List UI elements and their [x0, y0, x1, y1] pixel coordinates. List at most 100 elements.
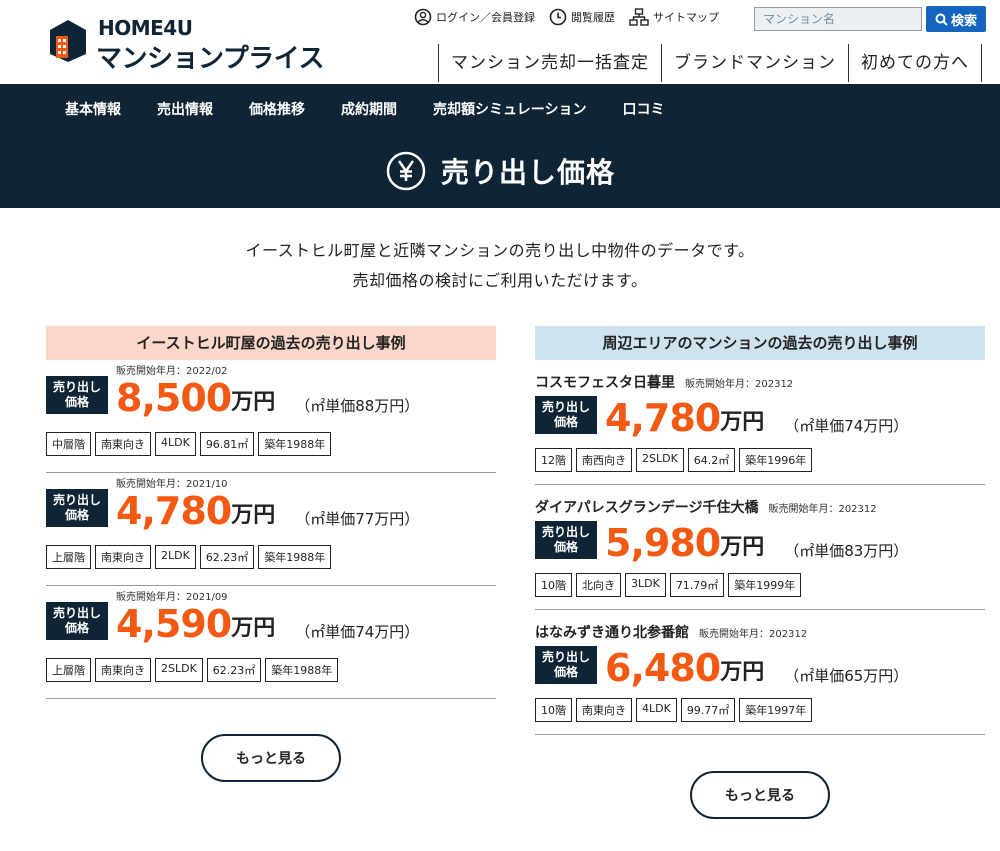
price-badge: 売り出し 価格: [46, 376, 108, 414]
login-link[interactable]: ログイン／会員登録: [414, 8, 535, 26]
listing-date: 販売開始年月：2021/09: [116, 592, 228, 603]
sitemap-link[interactable]: サイトマップ: [629, 8, 719, 26]
listing-date: 販売開始年月：202312: [685, 379, 794, 390]
tag-layout: 3LDK: [625, 573, 666, 597]
price-row: 売り出し 価格 5,980 万円 （㎡単価83万円）: [535, 521, 908, 565]
history-link[interactable]: 閲覧履歴: [549, 8, 615, 26]
tag-layout: 2SLDK: [636, 448, 684, 472]
tag-area: 62.23㎡: [206, 658, 262, 682]
tag-direction: 北向き: [576, 573, 621, 597]
tag-built-year: 築年1988年: [258, 545, 332, 569]
tag-direction: 南東向き: [576, 698, 632, 722]
nav-bulk-assessment[interactable]: マンション売却一括査定: [438, 44, 661, 82]
subnav-reviews[interactable]: 口コミ: [622, 99, 664, 119]
tag-direction: 南東向き: [95, 432, 151, 456]
tag-floor: 上層階: [46, 545, 91, 569]
price-badge: 売り出し 価格: [535, 646, 597, 684]
price-badge: 売り出し 価格: [535, 396, 597, 434]
listing-item: 販売開始年月：2022/02 売り出し 価格 8,500 万円 （㎡単価88万円）…: [46, 360, 496, 473]
section-hero: 売り出し価格: [0, 133, 1000, 208]
tag-floor: 中層階: [46, 432, 91, 456]
tag-area: 71.79㎡: [669, 573, 725, 597]
price-unit: 万円: [720, 535, 765, 560]
nav-beginners[interactable]: 初めての方へ: [848, 44, 982, 82]
listing-item: ダイアパレスグランデージ千住大橋 販売開始年月：202312 売り出し 価格 5,9…: [535, 485, 985, 610]
subnav-price-trend[interactable]: 価格推移: [249, 99, 305, 119]
price-value: 8,500: [116, 376, 232, 420]
tag-area: 99.77㎡: [680, 698, 736, 722]
tag-layout: 2SLDK: [155, 658, 203, 682]
logo-text-brand[interactable]: HOME4U: [98, 16, 193, 40]
clock-icon: [549, 8, 567, 26]
unit-price: （㎡単価65万円）: [784, 667, 909, 685]
tag-built-year: 築年1999年: [728, 573, 802, 597]
mansion-name-row: ダイアパレスグランデージ千住大橋 販売開始年月：202312: [535, 497, 877, 517]
sitemap-label: サイトマップ: [653, 11, 719, 24]
tag-direction: 南東向き: [95, 658, 151, 682]
mansion-name[interactable]: ダイアパレスグランデージ千住大橋: [535, 500, 758, 516]
subnav-sale-simulation[interactable]: 売却額シミュレーション: [433, 99, 586, 119]
tag-area: 96.81㎡: [199, 432, 255, 456]
subnav-contract-period[interactable]: 成約期間: [341, 99, 397, 119]
subnav-listing-info[interactable]: 売出情報: [157, 99, 213, 119]
page-title: 売り出し価格: [440, 155, 615, 189]
history-label: 閲覧履歴: [571, 11, 615, 24]
price-unit: 万円: [720, 660, 765, 685]
intro-text: イーストヒル町屋と近隣マンションの売り出し中物件のデータです。 売却価格の検討に…: [0, 236, 1000, 296]
unit-price: （㎡単価74万円）: [784, 417, 909, 435]
price-badge: 売り出し 価格: [535, 521, 597, 559]
tag-built-year: 築年1988年: [265, 658, 339, 682]
nearby-listings-title: 周辺エリアのマンションの過去の売り出し事例: [535, 326, 985, 360]
listing-date: 販売開始年月：202312: [768, 504, 877, 515]
listing-date: 販売開始年月：202312: [699, 629, 808, 640]
price-unit: 万円: [231, 616, 276, 641]
tag-floor: 12階: [535, 448, 572, 472]
listing-tags: 12階 南西向き 2SLDK 64.2㎡ 築年1996年: [535, 448, 813, 472]
more-own-listings-button[interactable]: もっと見る: [201, 734, 341, 782]
more-nearby-listings-button[interactable]: もっと見る: [690, 771, 830, 819]
mansion-name[interactable]: コスモフェスタ日暮里: [535, 375, 675, 391]
tag-layout: 2LDK: [155, 545, 196, 569]
listing-item: はなみずき通り北参番館 販売開始年月：202312 売り出し 価格 6,480 万円…: [535, 610, 985, 735]
sitemap-icon: [629, 8, 649, 26]
logo-text-name[interactable]: マンションプライス: [96, 38, 324, 75]
listing-item: 販売開始年月：2021/09 売り出し 価格 4,590 万円 （㎡単価74万円）…: [46, 586, 496, 699]
listing-date: 販売開始年月：2021/10: [116, 479, 228, 490]
price-badge: 売り出し 価格: [46, 602, 108, 640]
search-button[interactable]: 検索: [926, 6, 986, 32]
unit-price: （㎡単価88万円）: [295, 397, 420, 415]
mansion-name-row: コスモフェスタ日暮里 販売開始年月：202312: [535, 372, 793, 392]
tag-direction: 南西向き: [576, 448, 632, 472]
tag-built-year: 築年1996年: [739, 448, 813, 472]
price-value: 5,980: [605, 521, 721, 565]
listing-date: 販売開始年月：2022/02: [116, 366, 228, 377]
unit-price: （㎡単価77万円）: [295, 510, 420, 528]
tag-area: 64.2㎡: [687, 448, 736, 472]
search-input[interactable]: [754, 7, 922, 31]
subnav-basic-info[interactable]: 基本情報: [65, 99, 121, 119]
listing-tags: 上層階 南東向き 2LDK 62.23㎡ 築年1988年: [46, 545, 332, 569]
price-row: 売り出し 価格 4,780 万円 （㎡単価74万円）: [535, 396, 908, 440]
tag-layout: 4LDK: [636, 698, 677, 722]
section-nav: 基本情報 売出情報 価格推移 成約期間 売却額シミュレーション 口コミ: [0, 85, 1000, 133]
own-listings-title: イーストヒル町屋の過去の売り出し事例: [46, 326, 496, 360]
mansion-name-row: はなみずき通り北参番館 販売開始年月：202312: [535, 622, 807, 642]
tag-area: 62.23㎡: [199, 545, 255, 569]
listing-tags: 上層階 南東向き 2SLDK 62.23㎡ 築年1988年: [46, 658, 339, 682]
listing-item: 販売開始年月：2021/10 売り出し 価格 4,780 万円 （㎡単価77万円）…: [46, 473, 496, 586]
yen-circle-icon: [386, 151, 426, 190]
logo-icon[interactable]: [48, 18, 88, 64]
tag-floor: 10階: [535, 698, 572, 722]
nav-brand-mansion[interactable]: ブランドマンション: [661, 44, 848, 82]
unit-price: （㎡単価83万円）: [784, 542, 909, 560]
price-unit: 万円: [231, 390, 276, 415]
tag-layout: 4LDK: [155, 432, 196, 456]
listing-tags: 10階 北向き 3LDK 71.79㎡ 築年1999年: [535, 573, 802, 597]
listing-tags: 中層階 南東向き 4LDK 96.81㎡ 築年1988年: [46, 432, 332, 456]
intro-line-2: 売却価格の検討にご利用いただけます。: [352, 271, 648, 290]
mansion-name[interactable]: はなみずき通り北参番館: [535, 625, 689, 641]
price-row: 売り出し 価格 6,480 万円 （㎡単価65万円）: [535, 646, 908, 690]
unit-price: （㎡単価74万円）: [295, 623, 420, 641]
price-value: 6,480: [605, 646, 721, 690]
tag-built-year: 築年1997年: [739, 698, 813, 722]
